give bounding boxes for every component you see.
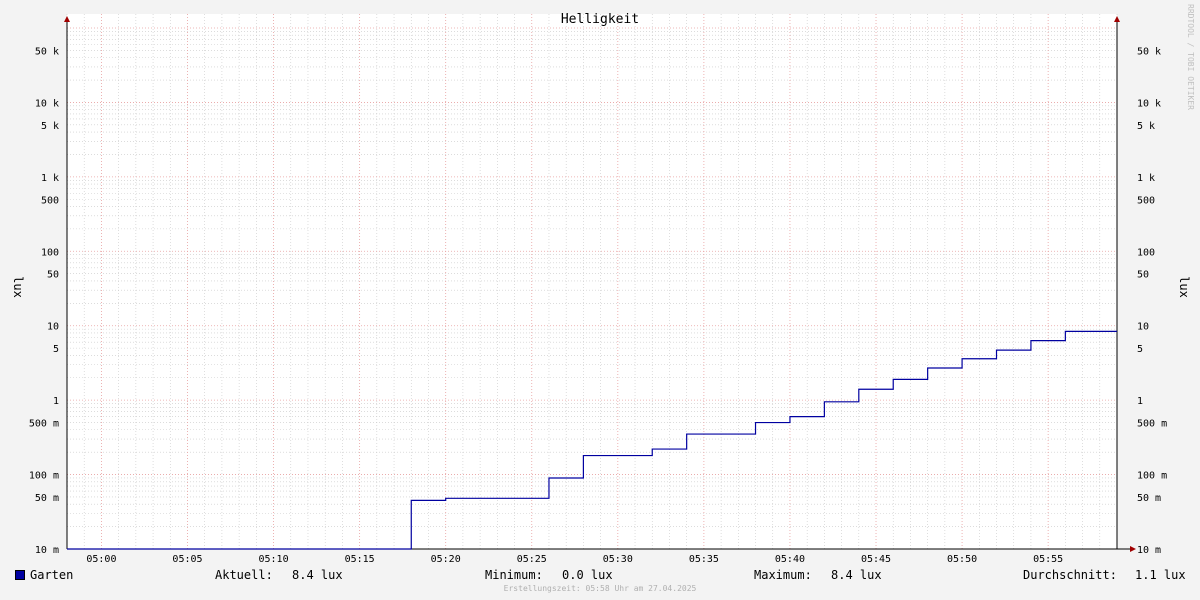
legend-series-label: Garten — [30, 568, 74, 582]
x-tick-label: 05:10 — [259, 554, 289, 565]
y-tick-label-left: 5 — [53, 344, 59, 355]
y-tick-label-left: 50 k — [35, 46, 59, 57]
y-tick-label-left: 1 k — [41, 173, 59, 184]
y-tick-label-left: 5 k — [41, 121, 59, 132]
y-tick-label-right: 100 — [1137, 247, 1155, 258]
y-tick-label-left: 10 k — [35, 98, 59, 109]
y-tick-label-right: 500 — [1137, 195, 1155, 206]
y-axis-label-left: lux — [11, 276, 25, 298]
legend-current-value: 8.4 lux — [292, 568, 343, 582]
y-axis-label-right: lux — [1177, 276, 1191, 298]
y-tick-label-left: 10 — [47, 322, 59, 333]
chart-svg: 05:00 05:05 05:10 05:15 05:20 05:25 05:30 05:35… — [11, 12, 1191, 565]
y-tick-label-right: 500 m — [1137, 419, 1167, 430]
x-tick-label: 05:25 — [517, 554, 547, 565]
legend-max-value: 8.4 lux — [831, 568, 882, 582]
y-tick-label-right: 10 m — [1137, 545, 1161, 556]
y-tick-label-left: 50 — [47, 270, 59, 281]
legend-current-label: Aktuell: — [215, 568, 273, 582]
chart-frame: 05:00 05:05 05:10 05:15 05:20 05:25 05:30 05:35… — [0, 0, 1200, 600]
y-tick-label-left: 500 — [41, 195, 59, 206]
legend-max-label: Maximum: — [754, 568, 812, 582]
x-tick-label: 05:35 — [689, 554, 719, 565]
y-tick-label-right: 1 k — [1137, 173, 1155, 184]
chart-title: Helligkeit — [561, 12, 639, 27]
watermark: RRDTOOL / TOBI OETIKER — [1186, 4, 1195, 110]
x-tick-label: 05:50 — [947, 554, 977, 565]
x-tick-label: 05:00 — [86, 554, 116, 565]
y-tick-label-left: 100 — [41, 247, 59, 258]
y-tick-label-right: 50 m — [1137, 493, 1161, 504]
y-tick-label-left: 1 — [53, 396, 59, 407]
y-tick-label-right: 5 k — [1137, 121, 1155, 132]
x-tick-label: 05:45 — [861, 554, 891, 565]
plot-area — [67, 14, 1117, 549]
y-tick-label-right: 1 — [1137, 396, 1143, 407]
legend-min-label: Minimum: — [485, 568, 543, 582]
y-tick-label-right: 5 — [1137, 344, 1143, 355]
y-tick-label-left: 500 m — [29, 419, 59, 430]
y-tick-label-left: 100 m — [29, 471, 59, 482]
y-tick-label-right: 50 k — [1137, 46, 1161, 57]
footer-timestamp: Erstellungszeit: 05:58 Uhr am 27.04.2025 — [503, 584, 697, 593]
x-axis-arrow — [1130, 546, 1136, 552]
legend-min-value: 0.0 lux — [562, 568, 613, 582]
y-tick-label-left: 50 m — [35, 493, 59, 504]
y-tick-label-right: 50 — [1137, 270, 1149, 281]
y-tick-label-right: 10 — [1137, 322, 1149, 333]
legend: Garten Aktuell: 8.4 lux Minimum: 0.0 lux… — [0, 568, 1200, 584]
y-tick-label-right: 10 k — [1137, 98, 1161, 109]
y-tick-label-right: 100 m — [1137, 471, 1167, 482]
x-tick-label: 05:05 — [172, 554, 202, 565]
x-tick-label: 05:55 — [1033, 554, 1063, 565]
x-tick-label: 05:15 — [345, 554, 375, 565]
legend-avg-label: Durchschnitt: — [1023, 568, 1117, 582]
x-tick-label: 05:40 — [775, 554, 805, 565]
x-tick-label: 05:30 — [603, 554, 633, 565]
x-tick-label: 05:20 — [431, 554, 461, 565]
legend-avg-value: 1.1 lux — [1135, 568, 1186, 582]
y-tick-label-left: 10 m — [35, 545, 59, 556]
